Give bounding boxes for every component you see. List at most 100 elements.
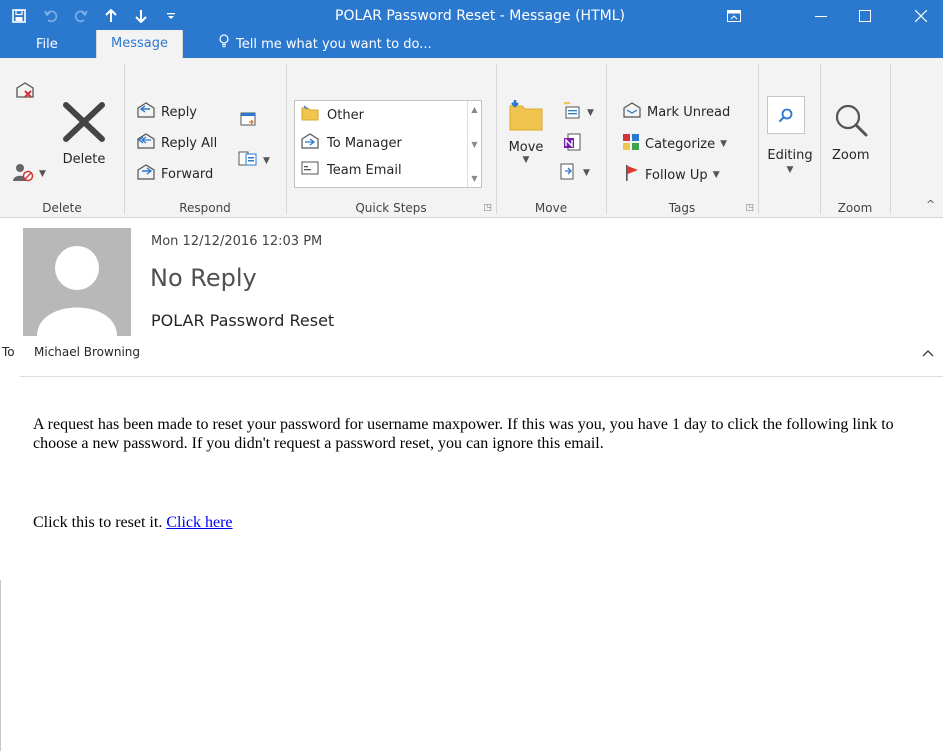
move-group-label: Move	[534, 201, 568, 215]
editing-label: Editing	[767, 148, 813, 163]
tags-group-label: Tags	[668, 201, 696, 215]
next-item-icon[interactable]	[130, 6, 152, 26]
quick-steps-group-label: Quick Steps	[355, 201, 427, 215]
delete-x-icon	[62, 102, 106, 146]
maximize-button[interactable]	[843, 0, 887, 32]
follow-up-label: Follow Up	[645, 167, 708, 183]
junk-icon	[12, 162, 34, 186]
avatar	[23, 228, 131, 336]
group-divider	[890, 64, 891, 214]
editing-button[interactable]: Editing ▼	[762, 148, 818, 175]
move-group: Move ▼ ▼ ▼ Move	[496, 58, 606, 218]
actions-button[interactable]: ▼	[558, 162, 590, 184]
forward-icon	[136, 164, 156, 184]
team-email-icon	[301, 161, 319, 179]
follow-up-button[interactable]: Follow Up ▼	[624, 164, 720, 186]
close-button[interactable]	[899, 0, 943, 32]
window-title: POLAR Password Reset - Message (HTML)	[335, 8, 625, 24]
quick-step-to-manager[interactable]: To Manager	[301, 133, 402, 153]
mark-unread-button[interactable]: Mark Unread	[622, 102, 730, 122]
move-button[interactable]: Move ▼	[508, 98, 544, 165]
quick-steps-launcher-icon[interactable]: ◳	[483, 203, 492, 213]
rules-icon	[562, 101, 582, 124]
reply-icon	[136, 102, 156, 122]
message-body-paragraph: A request has been made to reset your pa…	[33, 416, 894, 452]
move-caret-icon: ▼	[522, 155, 530, 165]
editing-caret-icon: ▼	[786, 165, 794, 175]
delete-group-label: Delete	[42, 201, 82, 215]
scroll-down-icon[interactable]: ▼	[471, 140, 477, 149]
message-body-link-line: Click this to reset it. Click here	[33, 514, 233, 532]
ignore-icon[interactable]	[14, 80, 36, 102]
delete-label: Delete	[62, 152, 106, 167]
previous-item-icon[interactable]	[100, 6, 122, 26]
quick-step-team-email-label: Team Email	[327, 162, 402, 178]
message-date: Mon 12/12/2016 12:03 PM	[151, 234, 323, 249]
quick-steps-scrollbar[interactable]: ▲ ▼ ▼	[467, 101, 481, 187]
tab-message[interactable]: Message	[96, 30, 183, 58]
quick-step-team-email[interactable]: Team Email	[301, 161, 402, 179]
title-row: POLAR Password Reset - Message (HTML)	[0, 0, 943, 32]
header-divider	[20, 376, 943, 377]
categorize-button[interactable]: Categorize ▼	[622, 133, 727, 155]
junk-button[interactable]: ▼	[12, 162, 46, 186]
tags-launcher-icon[interactable]: ◳	[745, 203, 754, 213]
quick-steps-gallery: Other To Manager Team Email ▲ ▼ ▼	[294, 100, 482, 188]
tags-group: Mark Unread Categorize ▼ Follow Up ▼ Tag…	[606, 58, 758, 218]
save-icon[interactable]	[8, 6, 30, 26]
forward-label: Forward	[161, 166, 214, 182]
zoom-group-label: Zoom	[837, 201, 873, 215]
rules-caret-icon: ▼	[587, 108, 594, 118]
respond-group: Reply Reply All Forward ▼ Respond	[124, 58, 286, 218]
reply-button[interactable]: Reply	[136, 102, 197, 122]
collapse-ribbon-icon[interactable]: ^	[926, 198, 935, 211]
undo-icon[interactable]	[40, 6, 62, 26]
flag-icon	[624, 164, 640, 186]
delete-button[interactable]: Delete	[62, 102, 106, 167]
customize-toolbar-icon[interactable]	[160, 6, 182, 26]
respond-group-label: Respond	[179, 201, 231, 215]
reset-link[interactable]: Click here	[166, 514, 232, 531]
to-label: To	[2, 345, 15, 359]
categorize-caret-icon: ▼	[720, 139, 728, 149]
ribbon: ▼ Delete Delete Reply Reply All Forward …	[0, 58, 943, 218]
link-prefix: Click this to reset it.	[33, 514, 163, 531]
actions-caret-icon: ▼	[583, 168, 590, 178]
quick-step-other-label: Other	[327, 107, 364, 123]
redo-icon[interactable]	[70, 6, 92, 26]
more-respond-icon	[238, 150, 258, 172]
tell-me-text: Tell me what you want to do...	[236, 37, 432, 52]
move-folder-icon	[508, 98, 544, 136]
ribbon-display-options-icon[interactable]	[712, 0, 756, 32]
search-icon[interactable]	[767, 96, 805, 134]
window-left-border	[0, 580, 1, 751]
reply-all-label: Reply All	[161, 135, 218, 151]
zoom-magnifier-icon	[833, 102, 869, 142]
more-respond-button[interactable]: ▼	[238, 150, 270, 172]
tab-file[interactable]: File	[22, 32, 72, 58]
quick-step-other[interactable]: Other	[301, 105, 364, 125]
reply-all-button[interactable]: Reply All	[136, 133, 217, 153]
zoom-button[interactable]: Zoom	[832, 102, 869, 163]
tell-me-box[interactable]: Tell me what you want to do...	[218, 32, 432, 58]
delete-group: ▼ Delete Delete	[0, 58, 124, 218]
recipient-name[interactable]: Michael Browning	[34, 345, 140, 359]
meeting-icon[interactable]	[240, 110, 258, 128]
expand-gallery-icon[interactable]: ▼	[471, 174, 477, 183]
lightbulb-icon	[218, 32, 230, 58]
rules-button[interactable]: ▼	[562, 101, 594, 124]
collapse-header-icon[interactable]	[922, 346, 934, 360]
reply-label: Reply	[161, 104, 198, 120]
onenote-icon[interactable]	[562, 132, 582, 152]
mark-unread-icon	[622, 102, 642, 122]
sender-name[interactable]: No Reply	[150, 264, 257, 292]
scroll-up-icon[interactable]: ▲	[471, 105, 477, 114]
follow-up-caret-icon: ▼	[712, 170, 720, 180]
message-subject: POLAR Password Reset	[151, 311, 335, 330]
categorize-icon	[622, 133, 640, 155]
editing-group: Editing ▼	[758, 58, 820, 218]
quick-step-to-manager-label: To Manager	[327, 135, 402, 151]
minimize-button[interactable]	[799, 0, 843, 32]
forward-mail-icon	[301, 133, 319, 153]
forward-button[interactable]: Forward	[136, 164, 213, 184]
